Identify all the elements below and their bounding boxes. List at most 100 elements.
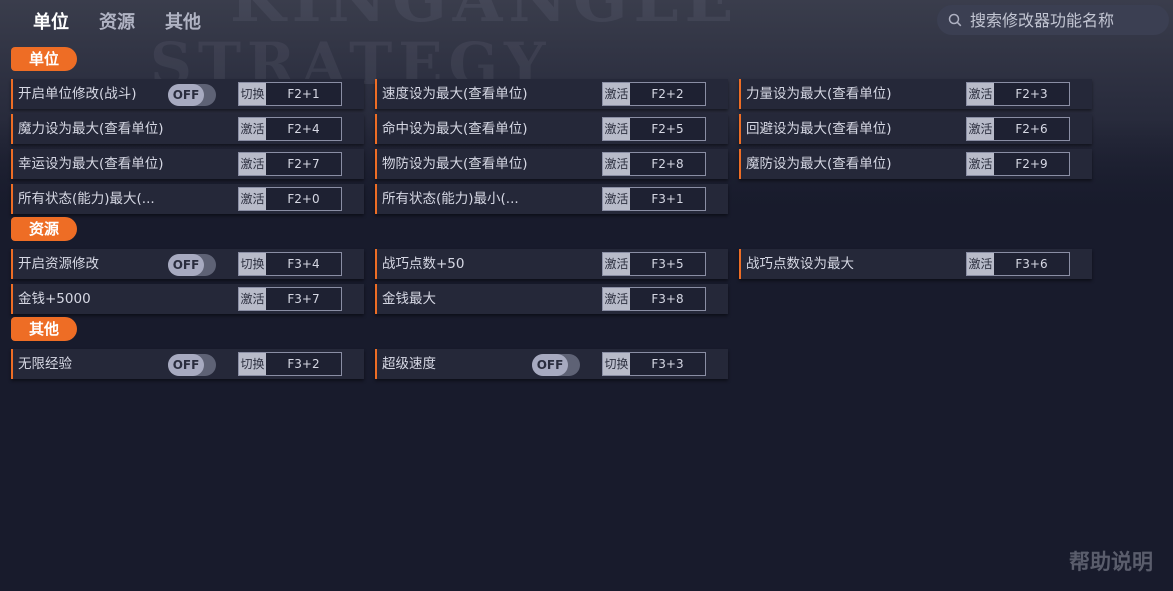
hotkey-action-button[interactable]: 激活 [967, 253, 994, 275]
cheat-item[interactable]: 金钱最大 激活 F3+8 [375, 284, 728, 314]
cheat-label: 开启资源修改 [18, 256, 99, 272]
hotkey-box[interactable]: 激活 F3+7 [238, 287, 342, 311]
toggle-state: OFF [168, 354, 204, 376]
section-other: 其他 无限经验 OFF 切换 F3+2 超级速度 OFF 切换 F3+3 [11, 317, 1101, 384]
cheat-item[interactable]: 物防设为最大(查看单位) 激活 F2+8 [375, 149, 728, 179]
hotkey-box[interactable]: 激活 F2+4 [238, 117, 342, 141]
hotkey-action-button[interactable]: 激活 [603, 253, 630, 275]
toggle-switch[interactable]: OFF [532, 354, 580, 376]
help-button[interactable]: 帮助说明 [1069, 546, 1153, 576]
hotkey-key[interactable]: F2+3 [994, 83, 1069, 105]
search-box[interactable] [937, 5, 1169, 35]
cheat-item[interactable]: 命中设为最大(查看单位) 激活 F2+5 [375, 114, 728, 144]
section-title: 单位 [11, 47, 77, 71]
hotkey-action-button[interactable]: 激活 [239, 288, 266, 310]
cheat-item[interactable]: 超级速度 OFF 切换 F3+3 [375, 349, 728, 379]
cheat-item[interactable]: 速度设为最大(查看单位) 激活 F2+2 [375, 79, 728, 109]
hotkey-key[interactable]: F2+4 [266, 118, 341, 140]
cheat-label: 开启单位修改(战斗) [18, 86, 137, 102]
cheat-item[interactable]: 金钱+5000 激活 F3+7 [11, 284, 364, 314]
hotkey-box[interactable]: 切换 F3+4 [238, 252, 342, 276]
hotkey-box[interactable]: 激活 F2+2 [602, 82, 706, 106]
cheat-label: 魔防设为最大(查看单位) [746, 156, 892, 172]
hotkey-action-button[interactable]: 切换 [603, 353, 630, 375]
hotkey-key[interactable]: F3+3 [630, 353, 705, 375]
cheat-label: 回避设为最大(查看单位) [746, 121, 892, 137]
hotkey-box[interactable]: 激活 F3+8 [602, 287, 706, 311]
tab-unit[interactable]: 单位 [33, 8, 69, 34]
hotkey-action-button[interactable]: 激活 [603, 288, 630, 310]
cheat-label: 所有状态(能力)最大(... [18, 191, 155, 207]
cheat-item[interactable]: 幸运设为最大(查看单位) 激活 F2+7 [11, 149, 364, 179]
hotkey-key[interactable]: F3+5 [630, 253, 705, 275]
hotkey-key[interactable]: F2+8 [630, 153, 705, 175]
cheat-item[interactable]: 战巧点数设为最大 激活 F3+6 [739, 249, 1092, 279]
cheat-item[interactable]: 开启单位修改(战斗) OFF 切换 F2+1 [11, 79, 364, 109]
hotkey-box[interactable]: 激活 F2+3 [966, 82, 1070, 106]
cheat-label: 金钱+5000 [18, 291, 91, 307]
cheat-item[interactable]: 回避设为最大(查看单位) 激活 F2+6 [739, 114, 1092, 144]
hotkey-action-button[interactable]: 切换 [239, 353, 266, 375]
hotkey-box[interactable]: 激活 F2+0 [238, 187, 342, 211]
hotkey-key[interactable]: F2+7 [266, 153, 341, 175]
hotkey-key[interactable]: F2+6 [994, 118, 1069, 140]
hotkey-box[interactable]: 激活 F2+8 [602, 152, 706, 176]
hotkey-action-button[interactable]: 激活 [603, 188, 630, 210]
tab-other[interactable]: 其他 [165, 8, 201, 34]
hotkey-action-button[interactable]: 激活 [603, 118, 630, 140]
tab-resource[interactable]: 资源 [99, 8, 135, 34]
hotkey-key[interactable]: F3+7 [266, 288, 341, 310]
hotkey-key[interactable]: F3+8 [630, 288, 705, 310]
search-input[interactable] [968, 9, 1162, 31]
cheat-item[interactable]: 战巧点数+50 激活 F3+5 [375, 249, 728, 279]
hotkey-box[interactable]: 激活 F2+6 [966, 117, 1070, 141]
hotkey-key[interactable]: F2+2 [630, 83, 705, 105]
cheat-item[interactable]: 魔防设为最大(查看单位) 激活 F2+9 [739, 149, 1092, 179]
cheat-item[interactable]: 开启资源修改 OFF 切换 F3+4 [11, 249, 364, 279]
hotkey-action-button[interactable]: 激活 [603, 153, 630, 175]
cheat-label: 战巧点数设为最大 [746, 256, 854, 272]
hotkey-action-button[interactable]: 激活 [603, 83, 630, 105]
hotkey-key[interactable]: F3+1 [630, 188, 705, 210]
hotkey-action-button[interactable]: 激活 [239, 153, 266, 175]
cheat-item[interactable]: 力量设为最大(查看单位) 激活 F2+3 [739, 79, 1092, 109]
hotkey-key[interactable]: F2+1 [266, 83, 341, 105]
hotkey-box[interactable]: 切换 F3+2 [238, 352, 342, 376]
toggle-switch[interactable]: OFF [168, 84, 216, 106]
toggle-switch[interactable]: OFF [168, 254, 216, 276]
hotkey-box[interactable]: 激活 F2+5 [602, 117, 706, 141]
cheat-label: 战巧点数+50 [382, 256, 465, 272]
hotkey-action-button[interactable]: 激活 [967, 153, 994, 175]
cheat-item[interactable]: 所有状态(能力)最大(... 激活 F2+0 [11, 184, 364, 214]
hotkey-box[interactable]: 切换 F2+1 [238, 82, 342, 106]
hotkey-key[interactable]: F3+6 [994, 253, 1069, 275]
hotkey-box[interactable]: 激活 F3+6 [966, 252, 1070, 276]
hotkey-box[interactable]: 激活 F2+9 [966, 152, 1070, 176]
toggle-switch[interactable]: OFF [168, 354, 216, 376]
hotkey-action-button[interactable]: 激活 [967, 83, 994, 105]
cheat-label: 金钱最大 [382, 291, 436, 307]
cheat-label: 命中设为最大(查看单位) [382, 121, 528, 137]
hotkey-box[interactable]: 激活 F3+1 [602, 187, 706, 211]
toggle-state: OFF [168, 84, 204, 106]
hotkey-box[interactable]: 激活 F2+7 [238, 152, 342, 176]
hotkey-box[interactable]: 激活 F3+5 [602, 252, 706, 276]
hotkey-box[interactable]: 切换 F3+3 [602, 352, 706, 376]
toggle-state: OFF [168, 254, 204, 276]
cheat-label: 所有状态(能力)最小(... [382, 191, 519, 207]
hotkey-key[interactable]: F2+9 [994, 153, 1069, 175]
cheat-item[interactable]: 无限经验 OFF 切换 F3+2 [11, 349, 364, 379]
cheat-item[interactable]: 所有状态(能力)最小(... 激活 F3+1 [375, 184, 728, 214]
hotkey-key[interactable]: F2+5 [630, 118, 705, 140]
hotkey-key[interactable]: F3+4 [266, 253, 341, 275]
hotkey-key[interactable]: F2+0 [266, 188, 341, 210]
hotkey-action-button[interactable]: 激活 [239, 118, 266, 140]
hotkey-action-button[interactable]: 激活 [967, 118, 994, 140]
search-icon [948, 13, 962, 27]
hotkey-action-button[interactable]: 切换 [239, 253, 266, 275]
hotkey-key[interactable]: F3+2 [266, 353, 341, 375]
cheat-item[interactable]: 魔力设为最大(查看单位) 激活 F2+4 [11, 114, 364, 144]
section-resource: 资源 开启资源修改 OFF 切换 F3+4 战巧点数+50 激活 F3+5 战巧点数设为最大 激活… [11, 217, 1101, 319]
hotkey-action-button[interactable]: 激活 [239, 188, 266, 210]
hotkey-action-button[interactable]: 切换 [239, 83, 266, 105]
